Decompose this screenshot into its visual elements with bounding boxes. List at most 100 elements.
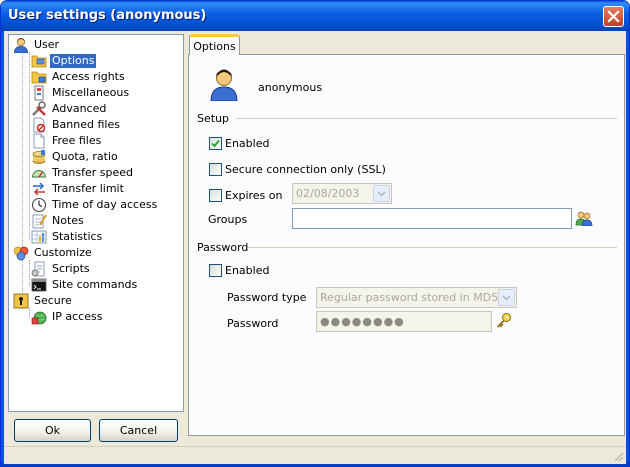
- tree-label: Banned files: [52, 118, 120, 131]
- expires-date-value: 02/08/2003: [296, 187, 360, 200]
- close-icon: [607, 10, 620, 23]
- tree-item-user[interactable]: User: [13, 37, 61, 53]
- close-button[interactable]: [603, 6, 624, 27]
- password-section-title: Password: [197, 241, 249, 254]
- key-icon[interactable]: [495, 312, 513, 330]
- tree-item-scripts[interactable]: Scripts: [31, 261, 92, 277]
- tree-guide: [29, 308, 30, 317]
- cancel-button[interactable]: Cancel: [99, 419, 178, 442]
- setup-enabled-label: Enabled: [225, 137, 270, 150]
- password-type-value: Regular password stored in MD5: [320, 291, 499, 304]
- password-label: Password: [227, 317, 279, 330]
- tree-item-advanced[interactable]: Advanced: [31, 101, 108, 117]
- script-icon: [31, 261, 45, 277]
- options-icon: [31, 55, 47, 68]
- tree-item-site-commands[interactable]: Site commands: [31, 277, 139, 293]
- tree-label: Scripts: [52, 262, 90, 275]
- chevron-down-icon: [502, 294, 511, 301]
- secure-icon: [13, 293, 29, 309]
- tree-label: Miscellaneous: [52, 86, 130, 99]
- tree-label: Transfer speed: [52, 166, 133, 179]
- groups-users-icon[interactable]: [575, 210, 593, 226]
- tree-label: Time of day access: [52, 198, 158, 211]
- tree-label: Quota, ratio: [52, 150, 118, 163]
- chevron-down-icon: [377, 190, 386, 197]
- user-settings-window: User settings (anonymous) User Options A…: [0, 0, 630, 467]
- misc-icon: [34, 85, 44, 101]
- tree-label: Access rights: [52, 70, 125, 83]
- tree-label: Customize: [34, 246, 92, 259]
- groups-label: Groups: [208, 213, 248, 226]
- password-enabled-label: Enabled: [225, 264, 270, 277]
- tree-guide: [29, 260, 30, 286]
- options-panel: anonymous Setup Enabled Secure connectio…: [188, 54, 625, 436]
- password-type-dropdown-button[interactable]: [498, 289, 515, 306]
- tree-guide: [29, 52, 30, 239]
- tree-item-time-of-day-access[interactable]: Time of day access: [31, 197, 159, 213]
- user-icon: [14, 38, 28, 53]
- password-type-select[interactable]: Regular password stored in MD5: [316, 287, 517, 308]
- password-enabled-checkbox[interactable]: [209, 264, 222, 277]
- checkmark-icon: [211, 139, 220, 148]
- title-bar[interactable]: User settings (anonymous): [1, 1, 629, 31]
- banned-file-icon: [33, 117, 46, 133]
- statistics-icon: [31, 230, 47, 244]
- folder-lock-icon: [31, 71, 47, 84]
- username-label: anonymous: [258, 81, 323, 94]
- ssl-only-label: Secure connection only (SSL): [225, 163, 386, 176]
- tree-item-notes[interactable]: Notes: [31, 213, 86, 229]
- tree-label: IP access: [52, 310, 103, 323]
- tree-label: Transfer limit: [52, 182, 124, 195]
- notes-icon: [32, 214, 47, 229]
- tree-label: Notes: [52, 214, 84, 227]
- tree-item-access-rights[interactable]: Access rights: [31, 69, 127, 85]
- tree-item-banned-files[interactable]: Banned files: [31, 117, 122, 133]
- settings-tree[interactable]: User Options Access rights Miscellaneous: [8, 34, 184, 412]
- tree-item-secure[interactable]: Secure: [13, 293, 74, 309]
- ssl-only-checkbox[interactable]: [209, 163, 222, 176]
- password-type-label: Password type: [227, 291, 307, 304]
- password-masked-value: ●●●●●●●●: [320, 315, 405, 328]
- expires-checkbox[interactable]: [209, 189, 222, 202]
- tree-item-quota-ratio[interactable]: Quota, ratio: [31, 149, 120, 165]
- window-title: User settings (anonymous): [8, 8, 207, 23]
- password-divider: [248, 247, 617, 248]
- quota-icon: [32, 150, 46, 164]
- user-avatar-icon: [210, 69, 238, 101]
- groups-field[interactable]: [292, 208, 572, 229]
- tree-item-miscellaneous[interactable]: Miscellaneous: [31, 85, 131, 101]
- tree-label: Options: [50, 54, 97, 68]
- status-bar: [4, 446, 626, 464]
- tools-icon: [32, 101, 46, 116]
- tree-item-free-files[interactable]: Free files: [31, 133, 103, 149]
- tree-item-customize[interactable]: Customize: [13, 245, 94, 261]
- tab-options[interactable]: Options: [189, 34, 240, 55]
- ok-button[interactable]: Ok: [14, 419, 91, 442]
- speedometer-icon: [32, 170, 46, 178]
- setup-section-title: Setup: [197, 112, 230, 125]
- ip-access-icon: [31, 311, 47, 325]
- password-field[interactable]: ●●●●●●●●: [316, 311, 492, 332]
- console-icon: [31, 278, 47, 292]
- tree-label: Secure: [34, 294, 72, 307]
- tree-label: User: [34, 38, 60, 51]
- tree-label: Statistics: [52, 230, 103, 243]
- date-dropdown-button[interactable]: [373, 185, 390, 202]
- expires-date-picker[interactable]: 02/08/2003: [292, 183, 392, 204]
- tree-item-ip-access[interactable]: IP access: [31, 309, 104, 325]
- expires-label: Expires on: [225, 189, 283, 202]
- tree-item-transfer-limit[interactable]: Transfer limit: [31, 181, 126, 197]
- window-frame-left: [1, 31, 4, 464]
- tree-label: Free files: [52, 134, 102, 147]
- customize-icon: [13, 246, 29, 261]
- tree-label: Advanced: [52, 102, 107, 115]
- setup-enabled-checkbox[interactable]: [209, 137, 222, 150]
- window-frame-right: [626, 31, 629, 464]
- tree-item-statistics[interactable]: Statistics: [31, 229, 104, 245]
- clock-icon: [31, 197, 47, 213]
- tree-item-options[interactable]: Options: [31, 53, 97, 69]
- file-icon: [33, 133, 45, 149]
- tree-item-transfer-speed[interactable]: Transfer speed: [31, 165, 135, 181]
- setup-divider: [236, 118, 617, 119]
- resize-grip-icon[interactable]: [612, 450, 624, 462]
